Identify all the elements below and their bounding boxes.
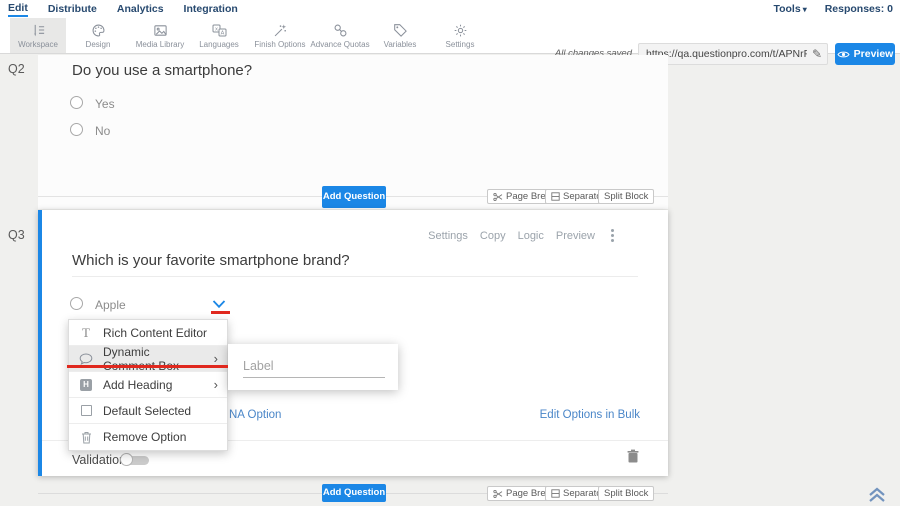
comment-label-popup [228, 344, 398, 390]
languages-icon: xA [212, 23, 227, 38]
menu-item-remove-option[interactable]: Remove Option [69, 424, 227, 450]
comment-label-input[interactable] [243, 354, 385, 378]
menu-item-dynamic-comment-box[interactable]: Dynamic Comment Box › [69, 346, 227, 372]
svg-text:x: x [215, 26, 218, 32]
kebab-menu-icon[interactable] [607, 227, 618, 244]
answer-option-label: Apple [95, 298, 126, 312]
top-nav-bar: Edit Distribute Analytics Integration To… [0, 0, 900, 18]
checkbox-icon [78, 405, 94, 416]
toolbar-item-languages[interactable]: xA Languages [191, 18, 247, 53]
settings-icon [453, 23, 468, 38]
split-block-label: Split Block [604, 191, 648, 202]
divider [72, 276, 638, 277]
split-block-button[interactable]: Split Block [598, 189, 654, 204]
validation-toggle[interactable] [120, 453, 152, 468]
text-format-icon: T [78, 325, 94, 341]
option-context-menu: T Rich Content Editor Dynamic Comment Bo… [68, 319, 228, 451]
question-preview-link[interactable]: Preview [556, 230, 595, 242]
add-question-button[interactable]: Add Question [322, 186, 386, 208]
tools-menu[interactable]: Tools▾ [773, 2, 806, 17]
nav-tab-integration[interactable]: Integration [184, 2, 238, 16]
scissors-icon [493, 489, 503, 499]
nav-tab-edit[interactable]: Edit [8, 1, 28, 17]
radio-button-icon [70, 96, 83, 109]
media-library-icon [153, 23, 168, 38]
toolbar-item-label: Advance Quotas [310, 40, 369, 49]
question-number-q3: Q3 [8, 228, 25, 242]
question-number-q2: Q2 [8, 62, 25, 76]
toolbar-item-label: Media Library [136, 40, 184, 49]
question-text-q3[interactable]: Which is your favorite smartphone brand? [72, 252, 350, 269]
heading-icon: H [78, 379, 94, 391]
workspace-icon [31, 23, 46, 38]
toolbar-item-label: Languages [199, 40, 239, 49]
delete-question-trash-icon[interactable] [627, 449, 639, 463]
comment-icon [78, 353, 94, 365]
question-settings-link[interactable]: Settings [428, 230, 468, 242]
menu-item-label: Remove Option [103, 430, 186, 444]
preview-button[interactable]: Preview [835, 43, 895, 65]
toolbar-item-label: Workspace [18, 40, 58, 49]
chevron-down-icon[interactable] [212, 300, 226, 309]
caret-down-icon: ▾ [803, 5, 807, 14]
question-copy-link[interactable]: Copy [480, 230, 506, 242]
variables-icon [393, 23, 408, 38]
eye-icon [837, 50, 850, 59]
toolbar-item-settings[interactable]: Settings [432, 18, 488, 53]
toolbar-item-finish-options[interactable]: Finish Options [252, 18, 308, 53]
radio-button-icon [70, 123, 83, 136]
toolbar-item-advance-quotas[interactable]: Advance Quotas [312, 18, 368, 53]
split-block-button[interactable]: Split Block [598, 486, 654, 501]
pencil-icon[interactable]: ✎ [812, 47, 822, 61]
edit-options-in-bulk-link[interactable]: Edit Options in Bulk [540, 409, 640, 421]
menu-item-default-selected[interactable]: Default Selected [69, 398, 227, 424]
question-card-q2: Do you use a smartphone? Yes No [38, 55, 668, 186]
scroll-to-top-icon[interactable] [867, 487, 887, 503]
toolbar-item-variables[interactable]: Variables [372, 18, 428, 53]
menu-item-label: Add Heading [103, 378, 172, 392]
scissors-icon [493, 192, 503, 202]
advance-quotas-icon [333, 23, 348, 38]
submenu-arrow-icon: › [214, 354, 218, 364]
nav-tab-distribute[interactable]: Distribute [48, 2, 97, 16]
finish-options-icon [273, 23, 288, 38]
trash-icon [78, 431, 94, 444]
separator-icon [551, 489, 560, 498]
menu-item-add-heading[interactable]: H Add Heading › [69, 372, 227, 398]
annotation-underline [211, 311, 230, 314]
toolbar-item-design[interactable]: Design [70, 18, 126, 53]
nav-tab-analytics[interactable]: Analytics [117, 2, 164, 16]
design-icon [91, 23, 106, 38]
toolbar-item-label: Variables [384, 40, 417, 49]
toolbar-item-media-library[interactable]: Media Library [132, 18, 188, 53]
validation-label: Validation [72, 453, 126, 467]
na-option-link[interactable]: NA Option [229, 409, 281, 421]
annotation-underline [67, 365, 228, 368]
submenu-arrow-icon: › [214, 380, 218, 390]
toolbar-item-label: Design [86, 40, 111, 49]
preview-button-label: Preview [854, 48, 894, 60]
question-logic-link[interactable]: Logic [518, 230, 544, 242]
question-text-q2[interactable]: Do you use a smartphone? [72, 62, 252, 79]
answer-option-label: No [95, 124, 110, 138]
menu-item-rich-content-editor[interactable]: T Rich Content Editor [69, 320, 227, 346]
svg-text:A: A [220, 30, 224, 36]
question-actions: Settings Copy Logic Preview [428, 227, 618, 244]
editor-toolbar: Workspace Design Media Library xA Langua… [0, 18, 900, 54]
menu-item-label: Default Selected [103, 404, 191, 418]
add-question-button[interactable]: Add Question [322, 484, 386, 502]
responses-counter[interactable]: Responses: 0 [825, 2, 893, 16]
menu-item-label: Rich Content Editor [103, 326, 207, 340]
toolbar-item-label: Finish Options [254, 40, 305, 49]
toolbar-item-workspace[interactable]: Workspace [10, 18, 66, 53]
radio-button-icon [70, 297, 83, 310]
add-question-bar: Add Question Page Break Separator Split … [38, 186, 668, 209]
separator-icon [551, 192, 560, 201]
answer-option-label: Yes [95, 97, 115, 111]
menu-item-label: Dynamic Comment Box [103, 345, 205, 373]
toolbar-item-label: Settings [446, 40, 475, 49]
split-block-label: Split Block [604, 488, 648, 499]
